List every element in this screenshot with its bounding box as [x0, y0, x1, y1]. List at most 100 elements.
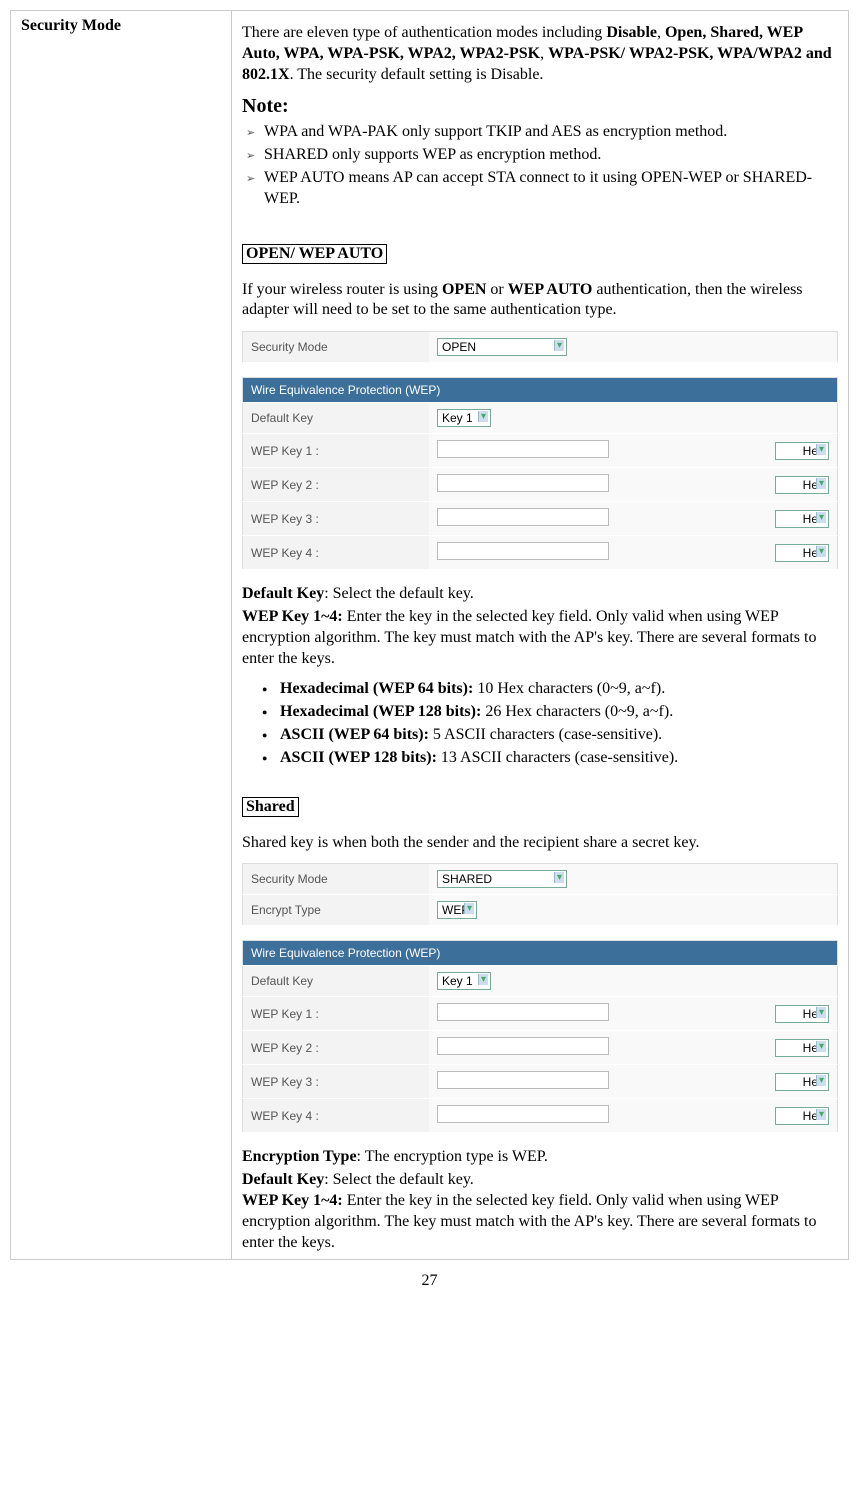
defkey-t: : Select the default key. — [324, 585, 474, 602]
format-item: Hexadecimal (WEP 128 bits): 26 Hex chara… — [262, 702, 838, 723]
ui1-key3-input[interactable] — [437, 508, 609, 526]
fmt3-t: 13 ASCII characters (case-sensitive). — [437, 749, 678, 766]
ui1-key4-label: WEP Key 4 : — [243, 536, 430, 570]
ui2-key4-input-cell — [429, 1099, 701, 1133]
note-list: WPA and WPA-PAK only support TKIP and AE… — [242, 122, 838, 209]
enc-b: Encryption Type — [242, 1148, 357, 1165]
section-open-wepauto-head: OPEN/ WEP AUTO — [242, 244, 387, 264]
ui2-defaultkey-cell: Key 1 — [429, 966, 838, 997]
fmt1-b: Hexadecimal (WEP 128 bits): — [280, 703, 481, 720]
defaultkey-desc: Default Key: Select the default key. — [242, 584, 838, 605]
note-item: SHARED only supports WEP as encryption m… — [246, 145, 838, 166]
enc-t: : The encryption type is WEP. — [357, 1148, 548, 1165]
section2-text: Shared key is when both the sender and t… — [242, 833, 838, 854]
ui1-key2-input[interactable] — [437, 474, 609, 492]
note-item: WEP AUTO means AP can accept STA connect… — [246, 168, 838, 210]
format-item: ASCII (WEP 128 bits): 13 ASCII character… — [262, 748, 838, 769]
s1-open: OPEN — [442, 281, 486, 298]
ui2-defaultkey-label: Default Key — [243, 966, 430, 997]
note-title: Note: — [242, 95, 838, 118]
ui2-key2-input-cell — [429, 1031, 701, 1065]
ui1-wep-header: Wire Equivalence Protection (WEP) — [243, 378, 838, 403]
ui2-key1-label: WEP Key 1 : — [243, 997, 430, 1031]
ui1-key2-input-cell — [429, 468, 701, 502]
s1-wepauto: WEP AUTO — [508, 281, 593, 298]
ui1-key1-input[interactable] — [437, 440, 609, 458]
ui1-key4-fmt-select[interactable]: Hex — [775, 544, 829, 562]
ui1-key4-input[interactable] — [437, 542, 609, 560]
ui1-secmode-label: Security Mode — [243, 332, 430, 363]
ui2-key3-input-cell — [429, 1065, 701, 1099]
ui2-key4-label: WEP Key 4 : — [243, 1099, 430, 1133]
page-number: 27 — [10, 1272, 849, 1290]
wepkey-desc-2: WEP Key 1~4: Enter the key in the select… — [242, 1191, 838, 1253]
ui2-key2-input[interactable] — [437, 1037, 609, 1055]
defaultkey-desc-2: Default Key: Select the default key. — [242, 1170, 838, 1191]
ui1-key2-label: WEP Key 2 : — [243, 468, 430, 502]
doc-table: Security Mode There are eleven type of a… — [10, 10, 849, 1260]
ui1-key2-fmt-select[interactable]: Hex — [775, 476, 829, 494]
ui2-wep-panel: Wire Equivalence Protection (WEP) Defaul… — [242, 940, 838, 1133]
ui2-encrypt-label: Encrypt Type — [243, 895, 430, 926]
wepk-b: WEP Key 1~4: — [242, 608, 343, 625]
section1-text: If your wireless router is using OPEN or… — [242, 280, 838, 322]
fmt0-t: 10 Hex characters (0~9, a~f). — [473, 680, 665, 697]
ui2-key3-fmt-cell: Hex — [701, 1065, 838, 1099]
ui1-key4-fmt-cell: Hex — [701, 536, 838, 570]
ui2-key1-input[interactable] — [437, 1003, 609, 1021]
ui1-key3-fmt-select[interactable]: Hex — [775, 510, 829, 528]
ui1-key1-fmt-cell: Hex — [701, 434, 838, 468]
ui2-secmode-cell: SHARED — [429, 864, 838, 895]
ui2-secmode-label: Security Mode — [243, 864, 430, 895]
intro-tail: . The security default setting is Disabl… — [290, 66, 544, 83]
ui1-defaultkey-label: Default Key — [243, 403, 430, 434]
ui2-key1-input-cell — [429, 997, 701, 1031]
s1-b: or — [486, 281, 507, 298]
ui1-key1-fmt-select[interactable]: Hex — [775, 442, 829, 460]
ui2-key3-label: WEP Key 3 : — [243, 1065, 430, 1099]
wepk-b2: WEP Key 1~4: — [242, 1192, 343, 1209]
ui1-wep-panel: Wire Equivalence Protection (WEP) Defaul… — [242, 377, 838, 570]
ui1-key1-label: WEP Key 1 : — [243, 434, 430, 468]
defkey-b2: Default Key — [242, 1171, 324, 1188]
ui2-key3-input[interactable] — [437, 1071, 609, 1089]
ui1-key4-input-cell — [429, 536, 701, 570]
intro-b1: Disable — [606, 24, 657, 41]
ui1-key2-fmt-cell: Hex — [701, 468, 838, 502]
ui2-key2-fmt-select[interactable]: Hex — [775, 1039, 829, 1057]
ui2-encrypt-cell: WEP — [429, 895, 838, 926]
ui2-key1-fmt-select[interactable]: Hex — [775, 1005, 829, 1023]
encryption-desc: Encryption Type: The encryption type is … — [242, 1147, 838, 1168]
left-header-cell: Security Mode — [11, 11, 232, 1260]
ui2-wep-header: Wire Equivalence Protection (WEP) — [243, 941, 838, 966]
ui1-secmode-select[interactable]: OPEN — [437, 338, 567, 356]
ui2-key3-fmt-select[interactable]: Hex — [775, 1073, 829, 1091]
fmt1-t: 26 Hex characters (0~9, a~f). — [481, 703, 673, 720]
ui2-secmode-select[interactable]: SHARED — [437, 870, 567, 888]
content-cell: There are eleven type of authentication … — [232, 11, 849, 1260]
ui2-top-panel: Security Mode SHARED Encrypt Type WEP — [242, 863, 838, 926]
ui1-secmode-cell: OPEN — [429, 332, 838, 363]
fmt0-b: Hexadecimal (WEP 64 bits): — [280, 680, 473, 697]
defkey-b: Default Key — [242, 585, 324, 602]
left-header: Security Mode — [21, 17, 121, 34]
ui2-key2-fmt-cell: Hex — [701, 1031, 838, 1065]
ui1-defaultkey-select[interactable]: Key 1 — [437, 409, 491, 427]
ui2-encrypt-select[interactable]: WEP — [437, 901, 477, 919]
defkey-t2: : Select the default key. — [324, 1171, 474, 1188]
format-item: ASCII (WEP 64 bits): 5 ASCII characters … — [262, 725, 838, 746]
ui2-key4-input[interactable] — [437, 1105, 609, 1123]
ui2-key2-label: WEP Key 2 : — [243, 1031, 430, 1065]
ui1-key3-fmt-cell: Hex — [701, 502, 838, 536]
fmt2-b: ASCII (WEP 64 bits): — [280, 726, 429, 743]
ui2-key4-fmt-cell: Hex — [701, 1099, 838, 1133]
ui2-key4-fmt-select[interactable]: Hex — [775, 1107, 829, 1125]
ui1-defaultkey-cell: Key 1 — [429, 403, 838, 434]
ui1-key3-label: WEP Key 3 : — [243, 502, 430, 536]
ui1-key1-input-cell — [429, 434, 701, 468]
ui2-defaultkey-select[interactable]: Key 1 — [437, 972, 491, 990]
formats-list: Hexadecimal (WEP 64 bits): 10 Hex charac… — [242, 679, 838, 768]
intro-pre: There are eleven type of authentication … — [242, 24, 606, 41]
s1-a: If your wireless router is using — [242, 281, 442, 298]
ui1-secmode-panel: Security Mode OPEN — [242, 331, 838, 363]
